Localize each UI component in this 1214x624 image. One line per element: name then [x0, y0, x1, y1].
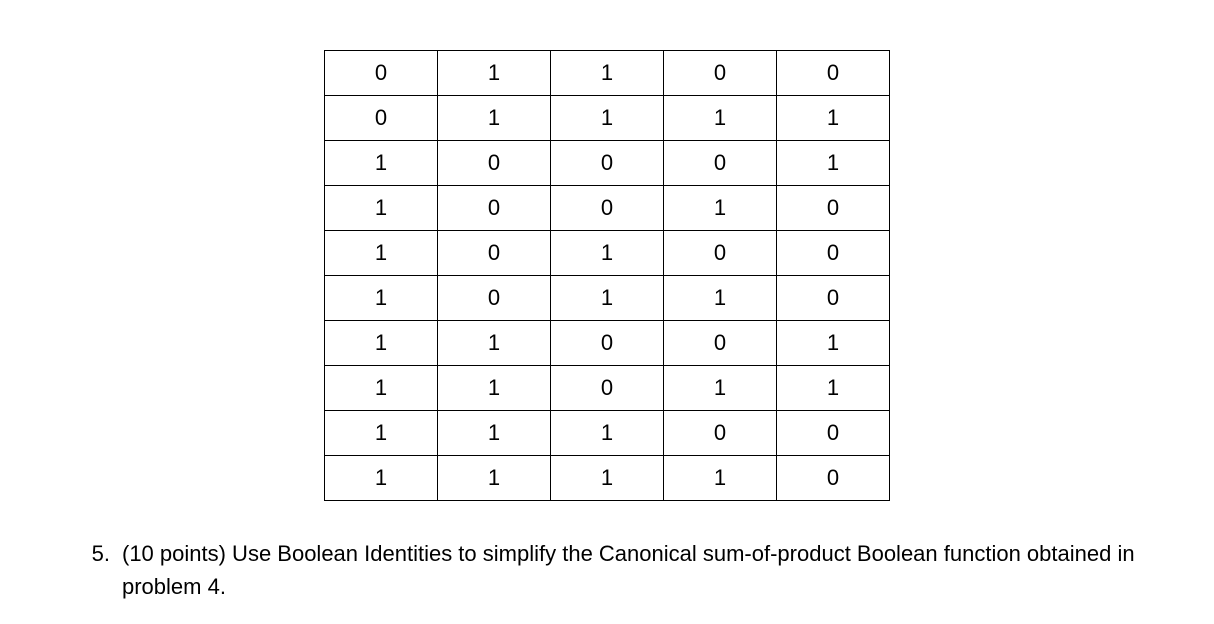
table-cell: 1: [777, 141, 890, 186]
table-cell: 1: [325, 456, 438, 501]
table-cell: 1: [551, 456, 664, 501]
table-cell: 1: [438, 366, 551, 411]
table-cell: 0: [325, 96, 438, 141]
table-cell: 0: [664, 321, 777, 366]
table-cell: 0: [777, 456, 890, 501]
table-cell: 1: [325, 141, 438, 186]
table-cell: 1: [664, 276, 777, 321]
table-cell: 1: [664, 186, 777, 231]
table-cell: 0: [777, 186, 890, 231]
table-cell: 1: [664, 456, 777, 501]
table-cell: 0: [664, 411, 777, 456]
table-cell: 0: [438, 276, 551, 321]
truth-table-wrap: 0 1 1 0 0 0 1 1 1 1 1 0 0 0: [0, 50, 1214, 501]
question-number: 5.: [70, 537, 122, 570]
table-row: 0 1 1 1 1: [325, 96, 890, 141]
table-cell: 0: [438, 141, 551, 186]
table-row: 1 1 1 1 0: [325, 456, 890, 501]
table-cell: 1: [438, 456, 551, 501]
table-cell: 1: [438, 411, 551, 456]
table-row: 1 0 1 1 0: [325, 276, 890, 321]
table-cell: 1: [777, 366, 890, 411]
table-row: 1 1 0 0 1: [325, 321, 890, 366]
table-row: 1 1 0 1 1: [325, 366, 890, 411]
table-cell: 1: [551, 96, 664, 141]
table-cell: 0: [438, 231, 551, 276]
table-cell: 0: [777, 231, 890, 276]
table-cell: 0: [777, 276, 890, 321]
table-cell: 0: [664, 51, 777, 96]
table-cell: 0: [551, 141, 664, 186]
table-cell: 1: [325, 321, 438, 366]
table-cell: 1: [551, 51, 664, 96]
table-cell: 0: [438, 186, 551, 231]
table-cell: 1: [325, 231, 438, 276]
table-cell: 0: [325, 51, 438, 96]
question-text: (10 points) Use Boolean Identities to si…: [122, 537, 1154, 603]
table-row: 1 0 0 0 1: [325, 141, 890, 186]
table-row: 1 0 0 1 0: [325, 186, 890, 231]
table-cell: 1: [438, 96, 551, 141]
table-cell: 1: [325, 276, 438, 321]
table-cell: 1: [777, 321, 890, 366]
table-cell: 0: [664, 141, 777, 186]
table-row: 1 0 1 0 0: [325, 231, 890, 276]
table-cell: 0: [551, 321, 664, 366]
table-cell: 1: [438, 321, 551, 366]
table-row: 1 1 1 0 0: [325, 411, 890, 456]
table-cell: 1: [551, 411, 664, 456]
page: 0 1 1 0 0 0 1 1 1 1 1 0 0 0: [0, 0, 1214, 603]
table-cell: 1: [777, 96, 890, 141]
table-cell: 1: [325, 186, 438, 231]
table-row: 0 1 1 0 0: [325, 51, 890, 96]
table-cell: 1: [664, 366, 777, 411]
truth-table: 0 1 1 0 0 0 1 1 1 1 1 0 0 0: [324, 50, 890, 501]
question-5: 5. (10 points) Use Boolean Identities to…: [0, 537, 1214, 603]
table-cell: 1: [438, 51, 551, 96]
table-cell: 1: [551, 276, 664, 321]
table-cell: 0: [777, 51, 890, 96]
table-cell: 1: [551, 231, 664, 276]
table-cell: 1: [325, 411, 438, 456]
table-cell: 0: [551, 186, 664, 231]
table-cell: 1: [325, 366, 438, 411]
table-cell: 1: [664, 96, 777, 141]
table-cell: 0: [777, 411, 890, 456]
table-cell: 0: [664, 231, 777, 276]
table-cell: 0: [551, 366, 664, 411]
